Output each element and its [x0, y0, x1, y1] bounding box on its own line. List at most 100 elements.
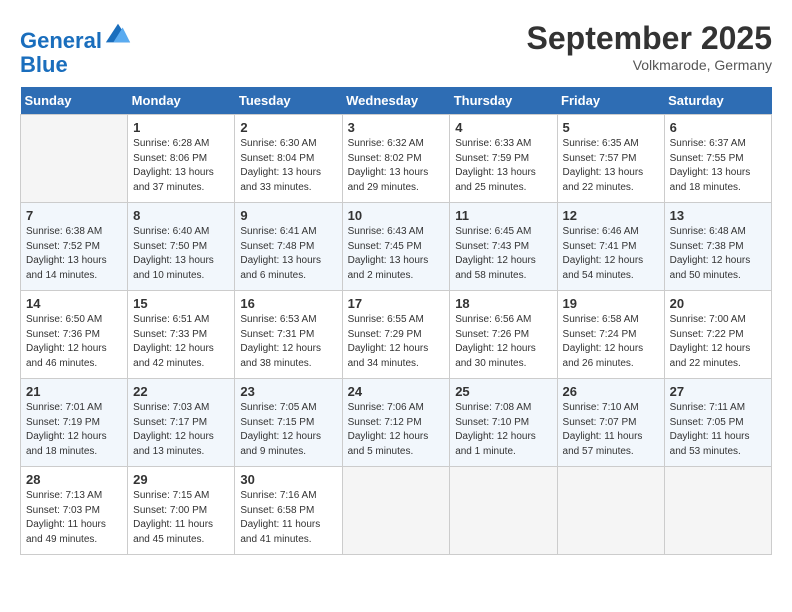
day-info: Sunrise: 7:11 AMSunset: 7:05 PMDaylight:…	[670, 401, 766, 459]
calendar-cell: 30 Sunrise: 7:16 AMSunset: 6:58 PMDayligh…	[235, 467, 342, 555]
weekday-header-thursday: Thursday	[450, 87, 557, 115]
weekday-header-monday: Monday	[128, 87, 235, 115]
day-info: Sunrise: 7:00 AMSunset: 7:22 PMDaylight:…	[670, 313, 766, 371]
week-row-2: 7Sunrise: 6:38 AMSunset: 7:52 PMDaylight…	[21, 203, 772, 291]
calendar-cell: 18Sunrise: 6:56 AMSunset: 7:26 PMDayligh…	[450, 291, 557, 379]
day-number: 29	[133, 472, 229, 487]
weekday-header-row: SundayMondayTuesdayWednesdayThursdayFrid…	[21, 87, 772, 115]
day-info: Sunrise: 7:03 AMSunset: 7:17 PMDaylight:…	[133, 401, 229, 459]
day-info: Sunrise: 6:50 AMSunset: 7:36 PMDaylight:…	[26, 313, 122, 371]
day-info: Sunrise: 6:46 AMSunset: 7:41 PMDaylight:…	[563, 225, 659, 283]
day-number: 23	[240, 384, 336, 399]
day-number: 6	[670, 120, 766, 135]
calendar-cell: 17Sunrise: 6:55 AMSunset: 7:29 PMDayligh…	[342, 291, 450, 379]
calendar-cell: 2Sunrise: 6:30 AMSunset: 8:04 PMDaylight…	[235, 115, 342, 203]
day-number: 10	[348, 208, 445, 223]
calendar-cell: 9Sunrise: 6:41 AMSunset: 7:48 PMDaylight…	[235, 203, 342, 291]
calendar-cell: 15 Sunrise: 6:51 AMSunset: 7:33 PMDayligh…	[128, 291, 235, 379]
weekday-header-sunday: Sunday	[21, 87, 128, 115]
day-info: Sunrise: 6:48 AMSunset: 7:38 PMDaylight:…	[670, 225, 766, 283]
day-number: 7	[26, 208, 122, 223]
calendar-cell: 27 Sunrise: 7:11 AMSunset: 7:05 PMDayligh…	[664, 379, 771, 467]
day-info: Sunrise: 6:35 AMSunset: 7:57 PMDaylight:…	[563, 137, 659, 195]
calendar-cell	[21, 115, 128, 203]
day-info: Sunrise: 7:01 AMSunset: 7:19 PMDaylight:…	[26, 401, 122, 459]
day-info: Sunrise: 7:16 AMSunset: 6:58 PMDaylight:…	[240, 489, 336, 547]
calendar-cell: 5 Sunrise: 6:35 AMSunset: 7:57 PMDaylight…	[557, 115, 664, 203]
day-info: Sunrise: 6:43 AMSunset: 7:45 PMDaylight:…	[348, 225, 445, 283]
day-number: 9	[240, 208, 336, 223]
day-info: Sunrise: 6:45 AMSunset: 7:43 PMDaylight:…	[455, 225, 551, 283]
day-number: 12	[563, 208, 659, 223]
calendar-table: SundayMondayTuesdayWednesdayThursdayFrid…	[20, 87, 772, 555]
day-number: 16	[240, 296, 336, 311]
day-info: Sunrise: 6:53 AMSunset: 7:31 PMDaylight:…	[240, 313, 336, 371]
month-title: September 2025	[527, 20, 772, 57]
day-number: 11	[455, 208, 551, 223]
location: Volkmarode, Germany	[527, 57, 772, 73]
day-number: 13	[670, 208, 766, 223]
weekday-header-wednesday: Wednesday	[342, 87, 450, 115]
day-info: Sunrise: 6:55 AMSunset: 7:29 PMDaylight:…	[348, 313, 445, 371]
day-info: Sunrise: 6:28 AMSunset: 8:06 PMDaylight:…	[133, 137, 229, 195]
day-number: 3	[348, 120, 445, 135]
day-info: Sunrise: 7:10 AMSunset: 7:07 PMDaylight:…	[563, 401, 659, 459]
logo-text: General Blue	[20, 20, 132, 77]
calendar-cell: 21 Sunrise: 7:01 AMSunset: 7:19 PMDayligh…	[21, 379, 128, 467]
calendar-cell	[342, 467, 450, 555]
day-number: 5	[563, 120, 659, 135]
calendar-cell: 26 Sunrise: 7:10 AMSunset: 7:07 PMDayligh…	[557, 379, 664, 467]
day-number: 1	[133, 120, 229, 135]
calendar-cell: 1 Sunrise: 6:28 AMSunset: 8:06 PMDaylight…	[128, 115, 235, 203]
logo: General Blue	[20, 20, 132, 77]
calendar-cell: 28 Sunrise: 7:13 AMSunset: 7:03 PMDayligh…	[21, 467, 128, 555]
day-number: 25	[455, 384, 551, 399]
calendar-cell: 11 Sunrise: 6:45 AMSunset: 7:43 PMDayligh…	[450, 203, 557, 291]
day-number: 15	[133, 296, 229, 311]
calendar-cell: 24 Sunrise: 7:06 AMSunset: 7:12 PMDayligh…	[342, 379, 450, 467]
calendar-cell: 12 Sunrise: 6:46 AMSunset: 7:41 PMDayligh…	[557, 203, 664, 291]
day-number: 26	[563, 384, 659, 399]
page-header: General Blue September 2025 Volkmarode, …	[20, 20, 772, 77]
week-row-1: 1 Sunrise: 6:28 AMSunset: 8:06 PMDaylight…	[21, 115, 772, 203]
week-row-4: 21 Sunrise: 7:01 AMSunset: 7:19 PMDayligh…	[21, 379, 772, 467]
day-number: 22	[133, 384, 229, 399]
week-row-3: 14 Sunrise: 6:50 AMSunset: 7:36 PMDayligh…	[21, 291, 772, 379]
calendar-cell	[450, 467, 557, 555]
calendar-cell: 23 Sunrise: 7:05 AMSunset: 7:15 PMDayligh…	[235, 379, 342, 467]
day-number: 20	[670, 296, 766, 311]
day-info: Sunrise: 6:32 AMSunset: 8:02 PMDaylight:…	[348, 137, 445, 195]
week-row-5: 28 Sunrise: 7:13 AMSunset: 7:03 PMDayligh…	[21, 467, 772, 555]
day-info: Sunrise: 6:33 AMSunset: 7:59 PMDaylight:…	[455, 137, 551, 195]
day-info: Sunrise: 7:13 AMSunset: 7:03 PMDaylight:…	[26, 489, 122, 547]
day-info: Sunrise: 7:06 AMSunset: 7:12 PMDaylight:…	[348, 401, 445, 459]
day-info: Sunrise: 7:05 AMSunset: 7:15 PMDaylight:…	[240, 401, 336, 459]
calendar-cell: 4Sunrise: 6:33 AMSunset: 7:59 PMDaylight…	[450, 115, 557, 203]
weekday-header-tuesday: Tuesday	[235, 87, 342, 115]
calendar-cell: 6Sunrise: 6:37 AMSunset: 7:55 PMDaylight…	[664, 115, 771, 203]
day-number: 30	[240, 472, 336, 487]
calendar-cell: 13 Sunrise: 6:48 AMSunset: 7:38 PMDayligh…	[664, 203, 771, 291]
calendar-cell: 8Sunrise: 6:40 AMSunset: 7:50 PMDaylight…	[128, 203, 235, 291]
calendar-cell	[664, 467, 771, 555]
day-number: 19	[563, 296, 659, 311]
calendar-cell: 22 Sunrise: 7:03 AMSunset: 7:17 PMDayligh…	[128, 379, 235, 467]
calendar-cell: 14 Sunrise: 6:50 AMSunset: 7:36 PMDayligh…	[21, 291, 128, 379]
calendar-cell: 20 Sunrise: 7:00 AMSunset: 7:22 PMDayligh…	[664, 291, 771, 379]
calendar-cell: 3 Sunrise: 6:32 AMSunset: 8:02 PMDaylight…	[342, 115, 450, 203]
day-number: 8	[133, 208, 229, 223]
day-number: 24	[348, 384, 445, 399]
day-number: 21	[26, 384, 122, 399]
calendar-cell: 16 Sunrise: 6:53 AMSunset: 7:31 PMDayligh…	[235, 291, 342, 379]
day-number: 2	[240, 120, 336, 135]
weekday-header-saturday: Saturday	[664, 87, 771, 115]
day-number: 14	[26, 296, 122, 311]
day-info: Sunrise: 7:08 AMSunset: 7:10 PMDaylight:…	[455, 401, 551, 459]
day-number: 18	[455, 296, 551, 311]
day-info: Sunrise: 6:51 AMSunset: 7:33 PMDaylight:…	[133, 313, 229, 371]
day-info: Sunrise: 7:15 AMSunset: 7:00 PMDaylight:…	[133, 489, 229, 547]
title-block: September 2025 Volkmarode, Germany	[527, 20, 772, 73]
day-number: 28	[26, 472, 122, 487]
day-number: 27	[670, 384, 766, 399]
weekday-header-friday: Friday	[557, 87, 664, 115]
